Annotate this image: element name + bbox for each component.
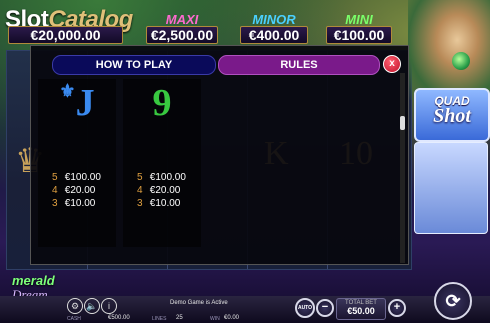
payout-row: 5 €100.00 [137,172,186,183]
jackpot-grand: €20,000.00 [8,12,123,44]
character-portrait [408,0,490,100]
payout-row: 4 €20.00 [52,185,96,196]
jackpot-grand-value: €20,000.00 [8,26,123,44]
spin-icon: ⟳ [445,291,461,311]
paytable-scrollbar[interactable] [400,73,405,263]
cash-label: CASH [67,316,81,322]
game-logo-line1: merald [12,273,55,288]
decrease-bet-button[interactable]: − [316,299,334,317]
quad-shot-panel: QUAD Shot [414,88,490,142]
fleur-de-lis-icon: ⚜ [59,81,76,101]
spin-button[interactable]: ⟳ [434,282,472,320]
symbol-9: 9 [152,82,172,124]
settings-icon[interactable]: ⚙ [67,298,83,314]
sound-icon[interactable]: 🔈 [84,298,100,314]
paytable-symbol-card: 9 5 €100.00 4 €20.00 3 €10.00 [123,79,201,247]
payout-row: 5 €100.00 [52,172,101,183]
close-button[interactable]: x [383,55,401,73]
jackpot-mini-value: €100.00 [326,26,392,44]
payout-row: 3 €10.00 [137,198,181,209]
jackpot-maxi-value: €2,500.00 [146,26,218,44]
jackpot-maxi: MAXI €2,500.00 [146,12,218,44]
tab-how-to-play[interactable]: HOW TO PLAY [52,55,216,75]
jackpot-minor-value: €400.00 [240,26,308,44]
lines-label: LINES [152,316,167,322]
emerald-gem-icon [452,52,470,70]
symbol-j: ⚜J [59,81,95,124]
win-value: €0.00 [224,315,240,321]
increase-bet-button[interactable]: + [388,299,406,317]
total-bet-value: €50.00 [347,306,375,316]
jackpot-mini: MINI €100.00 [326,12,392,44]
jackpot-mini-label: MINI [345,12,373,27]
jackpot-minor-label: MINOR [252,12,296,27]
payout-row: 3 €10.00 [52,198,96,209]
tab-rules[interactable]: RULES [218,55,380,75]
lines-value: 25 [176,315,183,321]
win-label: WIN [210,316,220,322]
jackpot-maxi-label: MAXI [165,12,199,27]
jackpot-minor: MINOR €400.00 [240,12,308,44]
quad-shot-line2: Shot [433,105,471,127]
auto-button[interactable]: AUTO [295,298,315,318]
info-icon[interactable]: i [101,298,117,314]
payout-row: 4 €20.00 [137,185,181,196]
paytable-scroll-thumb[interactable] [400,116,405,130]
total-bet-display: TOTAL BET €50.00 [336,298,386,320]
paytable-symbol-card: ⚜J 5 €100.00 4 €20.00 3 €10.00 [38,79,116,247]
cash-value: €500.00 [108,315,130,321]
status-text: Demo Game is Active [170,300,228,306]
quad-shot-reel [414,142,488,234]
